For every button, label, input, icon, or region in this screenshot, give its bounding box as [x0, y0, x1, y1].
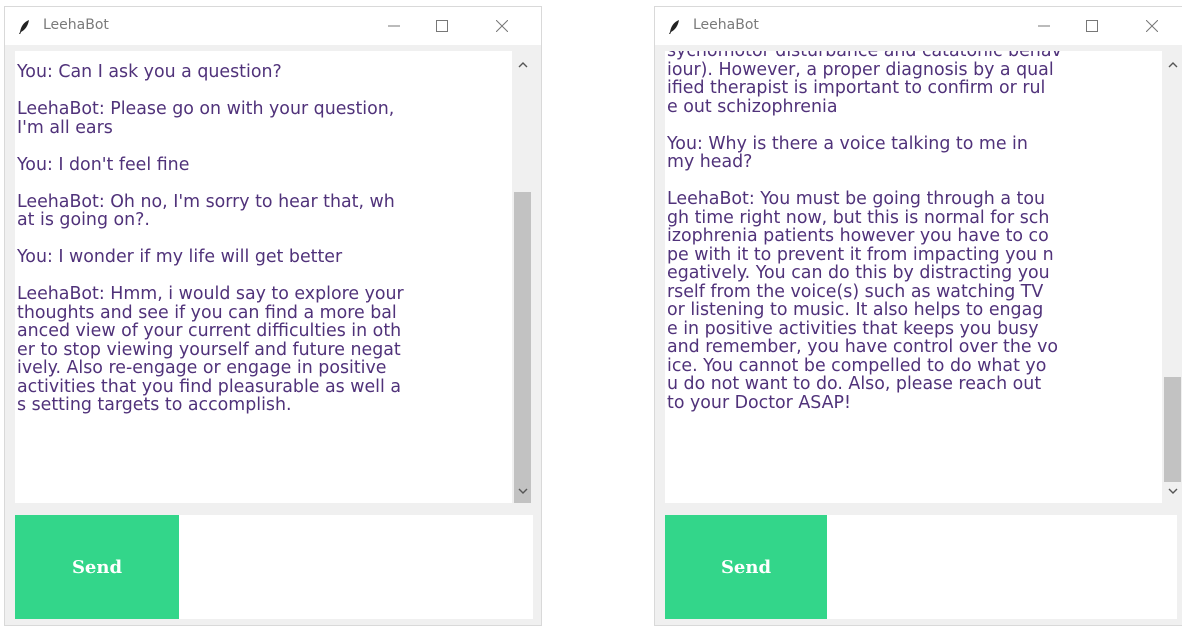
chat-transcript: You: Can I ask you a question? LeehaBot:…	[17, 62, 404, 415]
scroll-thumb[interactable]	[1164, 377, 1181, 482]
close-icon[interactable]	[1129, 7, 1175, 45]
minimize-icon[interactable]	[1021, 7, 1067, 45]
scroll-down-icon[interactable]	[512, 481, 533, 501]
feather-icon	[17, 19, 31, 35]
chat-history[interactable]: You: Can I ask you a question? LeehaBot:…	[15, 51, 533, 503]
chat-window-right: LeehaBot sychomotor disturbance and cata…	[654, 6, 1182, 626]
message-input[interactable]	[179, 515, 533, 619]
scroll-thumb[interactable]	[514, 192, 531, 503]
feather-icon	[667, 19, 681, 35]
scroll-up-icon[interactable]	[512, 55, 533, 75]
minimize-icon[interactable]	[371, 7, 417, 45]
send-button[interactable]: Send	[15, 515, 179, 619]
scroll-up-icon[interactable]	[1162, 55, 1182, 75]
window-title: LeehaBot	[693, 17, 759, 33]
message-input[interactable]	[827, 515, 1177, 619]
scroll-down-icon[interactable]	[1162, 481, 1182, 501]
chat-window-left: LeehaBot You: Can I ask you a question? …	[4, 6, 542, 626]
title-bar[interactable]: LeehaBot	[655, 7, 1182, 45]
chat-scrollbar[interactable]	[512, 51, 533, 503]
close-icon[interactable]	[479, 7, 525, 45]
send-button[interactable]: Send	[665, 515, 827, 619]
chat-transcript: sychomotor disturbance and catatonic beh…	[667, 51, 1062, 413]
maximize-icon[interactable]	[1069, 7, 1115, 45]
maximize-icon[interactable]	[419, 7, 465, 45]
chat-history[interactable]: sychomotor disturbance and catatonic beh…	[665, 51, 1182, 503]
window-title: LeehaBot	[43, 17, 109, 33]
title-bar[interactable]: LeehaBot	[5, 7, 541, 45]
chat-scrollbar[interactable]	[1162, 51, 1182, 503]
